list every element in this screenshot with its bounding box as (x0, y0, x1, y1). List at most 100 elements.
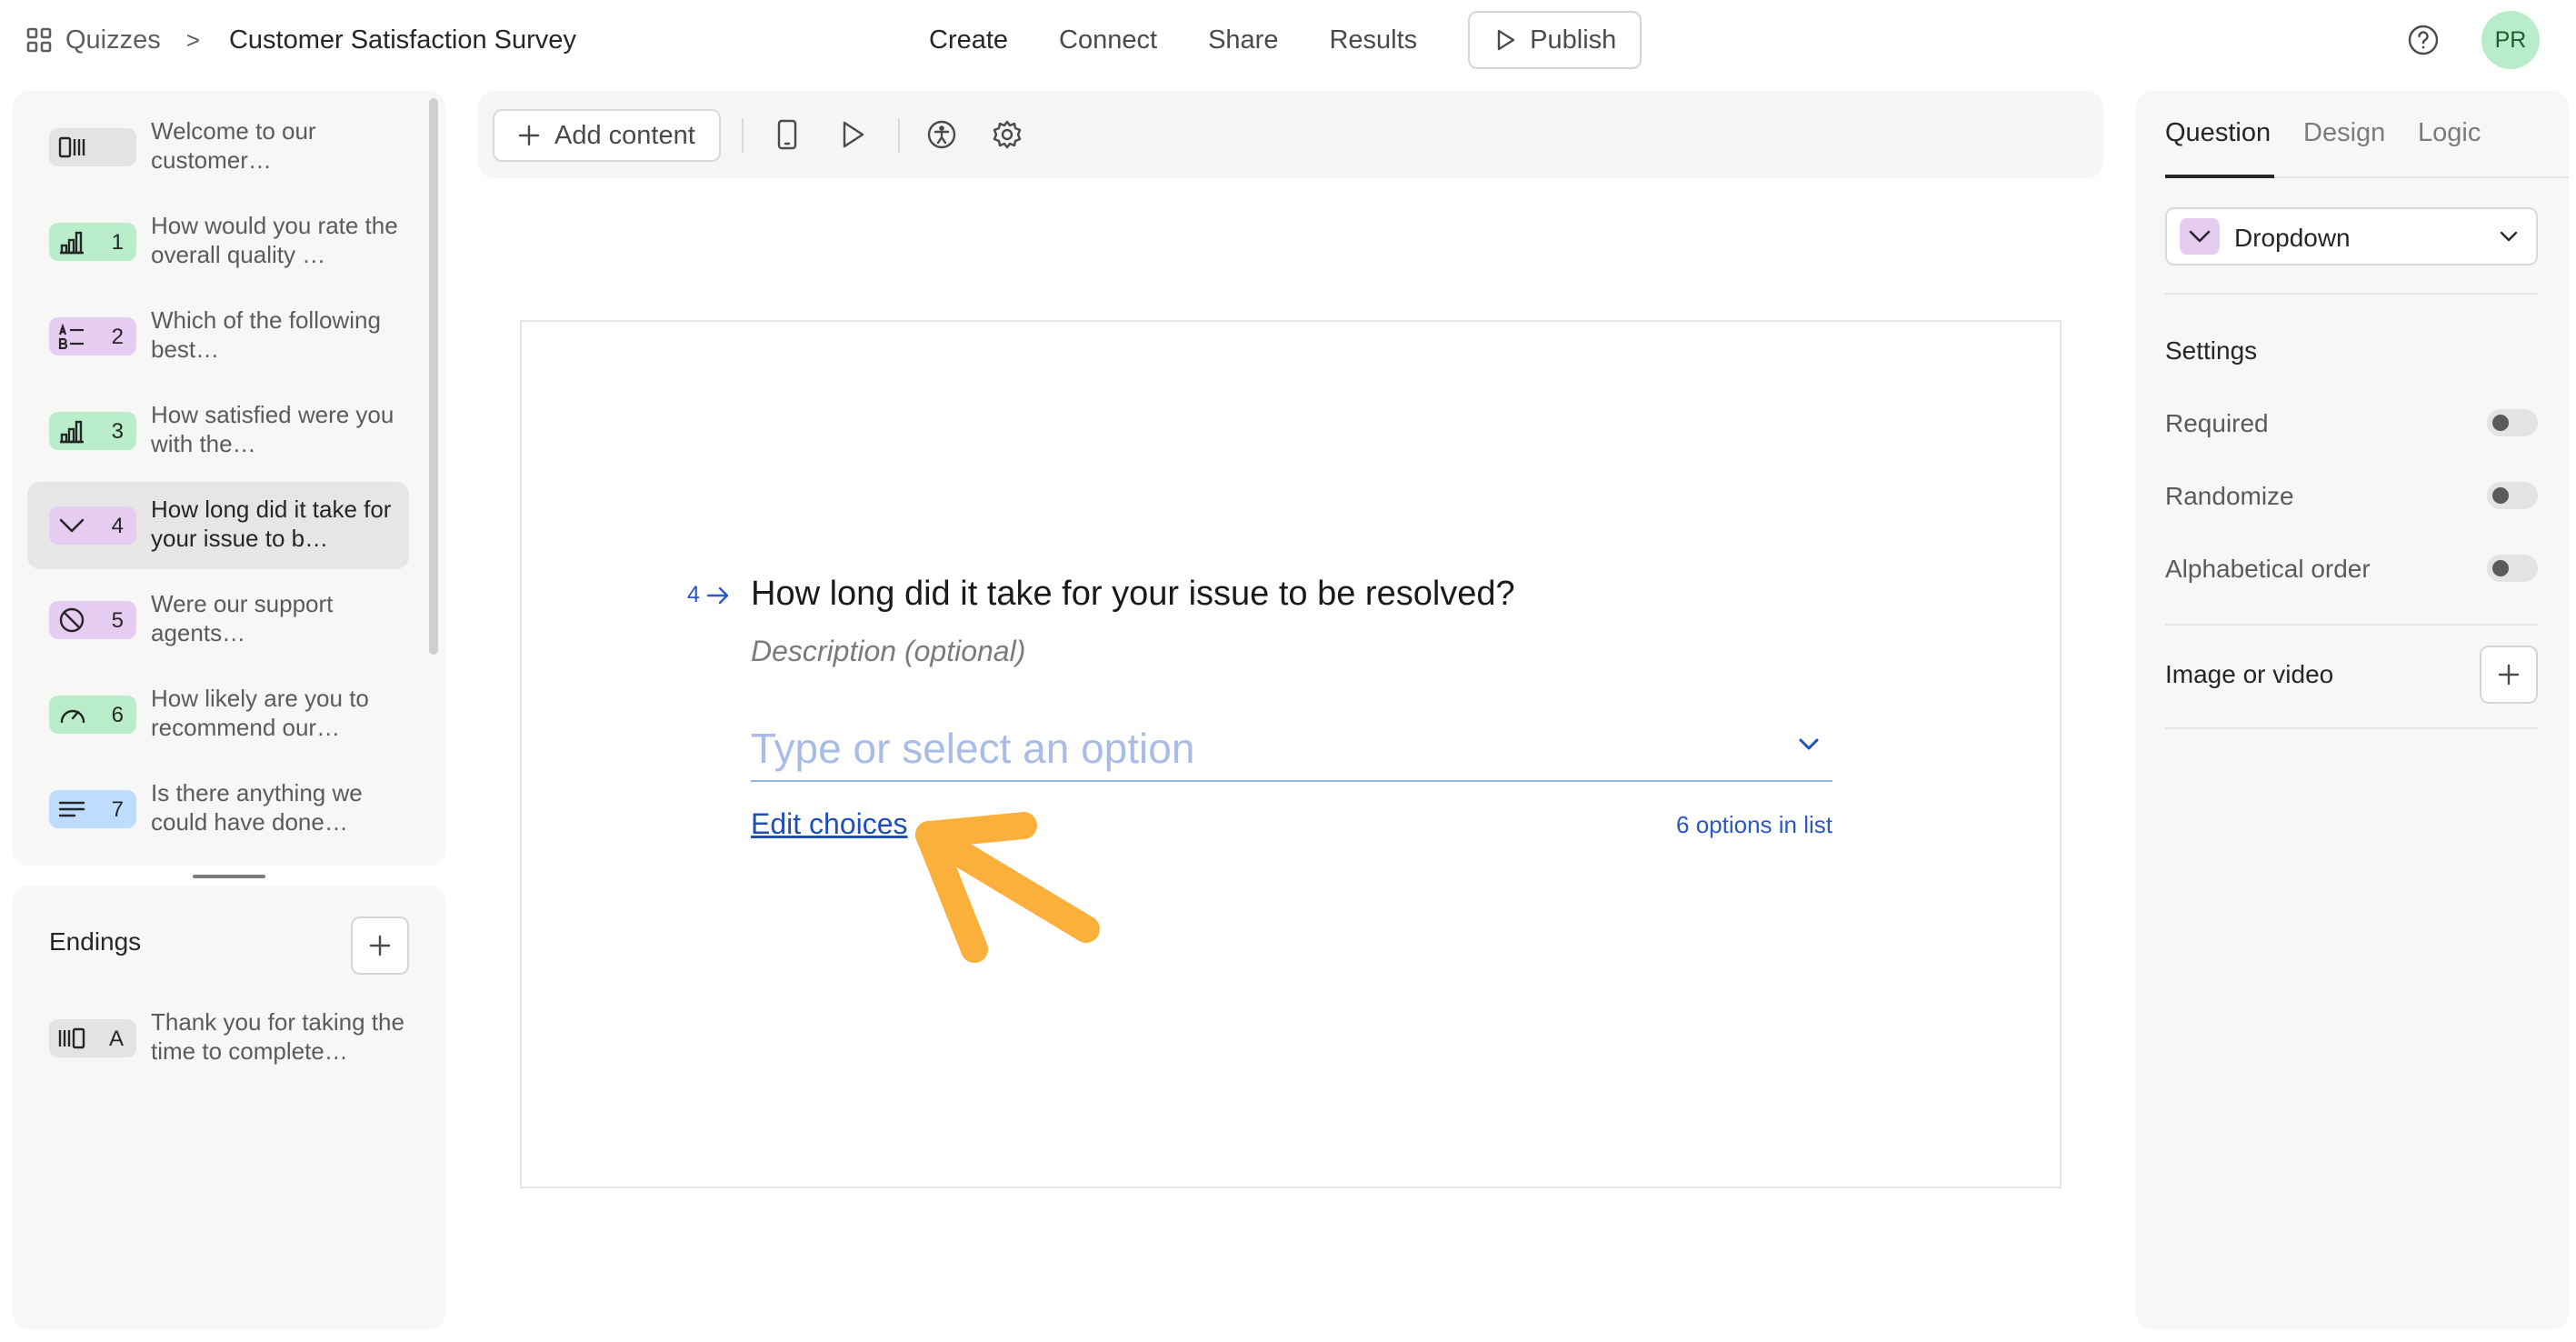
question-title: Welcome to our customer… (151, 117, 316, 174)
active-tab-indicator (2165, 175, 2274, 178)
endings-panel: Endings A Thank you for taking the time … (13, 886, 445, 1329)
question-title: Which of the following best… (151, 306, 381, 363)
plus-icon (2498, 664, 2520, 686)
panel-resize-handle[interactable] (193, 875, 265, 878)
question-title: How long did it take for your issue to b… (151, 496, 392, 552)
add-content-label: Add content (554, 120, 695, 150)
nav-share[interactable]: Share (1208, 25, 1278, 55)
image-video-label: Image or video (2165, 660, 2334, 688)
question-item-3[interactable]: 3 How satisfied were you with the… (27, 387, 409, 475)
properties-tabs: Question Design Logic (2165, 91, 2569, 178)
chevron-down-icon (59, 518, 85, 533)
grid-icon[interactable] (25, 26, 53, 54)
annotation-arrow (915, 812, 1100, 963)
divider (2165, 727, 2538, 729)
alphabetical-order-toggle[interactable] (2487, 555, 2538, 582)
setting-label: Alphabetical order (2165, 555, 2371, 583)
main-nav: Create Connect Share Results Publish (929, 11, 1642, 69)
nav-connect[interactable]: Connect (1059, 25, 1157, 55)
chevron-down-icon (2189, 230, 2211, 243)
breadcrumb-root[interactable]: Quizzes (65, 25, 161, 55)
preview-play-icon[interactable] (834, 116, 871, 153)
breadcrumb-separator: > (185, 25, 200, 54)
avatar[interactable]: PR (2481, 11, 2540, 69)
editor-toolbar: Add content (478, 91, 2103, 178)
question-number: 4 (687, 582, 700, 607)
question-title: How likely are you to recommend our… (151, 685, 369, 741)
accessibility-icon[interactable] (924, 116, 960, 153)
question-type-badge (2180, 218, 2220, 255)
question-type-select[interactable]: Dropdown (2165, 207, 2538, 265)
arrow-right-icon (706, 586, 729, 604)
scrollbar[interactable] (429, 98, 438, 655)
question-number: 3 (111, 419, 124, 444)
question-list-panel: Welcome to our customer… 1 How would you… (13, 91, 445, 866)
divider (2165, 293, 2538, 295)
ending-badge: A (49, 1019, 136, 1057)
question-number: 5 (111, 608, 124, 633)
randomize-toggle[interactable] (2487, 482, 2538, 509)
question-badge: 7 (49, 790, 136, 828)
setting-required: Required (2165, 406, 2538, 442)
settings-gear-icon[interactable] (989, 116, 1025, 153)
ending-item-a[interactable]: A Thank you for taking the time to compl… (27, 995, 409, 1082)
dropdown-placeholder: Type or select an option (751, 725, 1195, 772)
toggle-knob (2492, 415, 2509, 431)
publish-label: Publish (1530, 25, 1617, 55)
question-number: 2 (111, 325, 124, 349)
rating-chart-icon (60, 420, 84, 444)
top-bar: Quizzes > Customer Satisfaction Survey C… (0, 0, 2576, 80)
play-icon (1497, 29, 1515, 51)
tab-logic[interactable]: Logic (2418, 118, 2481, 148)
toggle-knob (2492, 487, 2509, 504)
question-canvas: 4 How long did it take for your issue to… (520, 320, 2062, 1188)
publish-button[interactable]: Publish (1468, 11, 1642, 69)
help-icon[interactable] (2407, 24, 2440, 56)
dropdown-input[interactable]: Type or select an option (751, 713, 1832, 782)
edit-choices-link[interactable]: Edit choices (751, 807, 908, 841)
nav-create[interactable]: Create (929, 25, 1008, 55)
question-item-1[interactable]: 1 How would you rate the overall quality… (27, 198, 409, 285)
tab-question[interactable]: Question (2165, 118, 2271, 148)
nav-results[interactable]: Results (1329, 25, 1417, 55)
question-item-6[interactable]: 6 How likely are you to recommend our… (27, 671, 409, 758)
multiple-choice-icon (58, 324, 84, 349)
question-badge: 3 (49, 412, 136, 450)
mobile-preview-icon[interactable] (769, 116, 805, 153)
ending-title: Thank you for taking the time to complet… (151, 1008, 404, 1065)
question-badge: 5 (49, 601, 136, 639)
question-badge: 6 (49, 696, 136, 734)
question-title: Were our support agents… (151, 590, 334, 646)
question-badge (49, 128, 136, 166)
add-image-video-button[interactable] (2480, 646, 2538, 704)
question-title: How would you rate the overall quality … (151, 212, 398, 268)
description-input[interactable]: Description (optional) (751, 635, 1025, 668)
question-item-7[interactable]: 7 Is there anything we could have done… (27, 766, 409, 853)
question-title: How satisfied were you with the… (151, 401, 394, 457)
question-type-label: Dropdown (2234, 224, 2351, 252)
question-title-input[interactable]: How long did it take for your issue to b… (751, 575, 1515, 614)
setting-randomize: Randomize (2165, 478, 2538, 515)
endings-title: Endings (49, 927, 142, 956)
question-title: Is there anything we could have done… (151, 779, 363, 836)
question-number: 7 (111, 797, 124, 822)
ending-letter: A (108, 1027, 124, 1051)
question-item-welcome[interactable]: Welcome to our customer… (27, 104, 409, 191)
chevron-down-icon[interactable] (1796, 735, 1822, 753)
form-title[interactable]: Customer Satisfaction Survey (229, 25, 576, 55)
question-item-4[interactable]: 4 How long did it take for your issue to… (27, 482, 409, 569)
required-toggle[interactable] (2487, 409, 2538, 436)
question-item-5[interactable]: 5 Were our support agents… (27, 576, 409, 664)
question-number: 6 (111, 703, 124, 727)
setting-alphabetical-order: Alphabetical order (2165, 551, 2538, 587)
question-number-indicator: 4 (687, 582, 731, 608)
question-badge: 4 (49, 506, 136, 545)
tab-design[interactable]: Design (2303, 118, 2385, 148)
settings-title: Settings (2165, 336, 2258, 365)
yes-no-icon (59, 607, 85, 633)
setting-label: Required (2165, 409, 2269, 437)
add-ending-button[interactable] (351, 916, 409, 975)
add-content-button[interactable]: Add content (493, 109, 721, 162)
chevron-down-icon (2500, 231, 2518, 242)
question-item-2[interactable]: 2 Which of the following best… (27, 293, 409, 380)
